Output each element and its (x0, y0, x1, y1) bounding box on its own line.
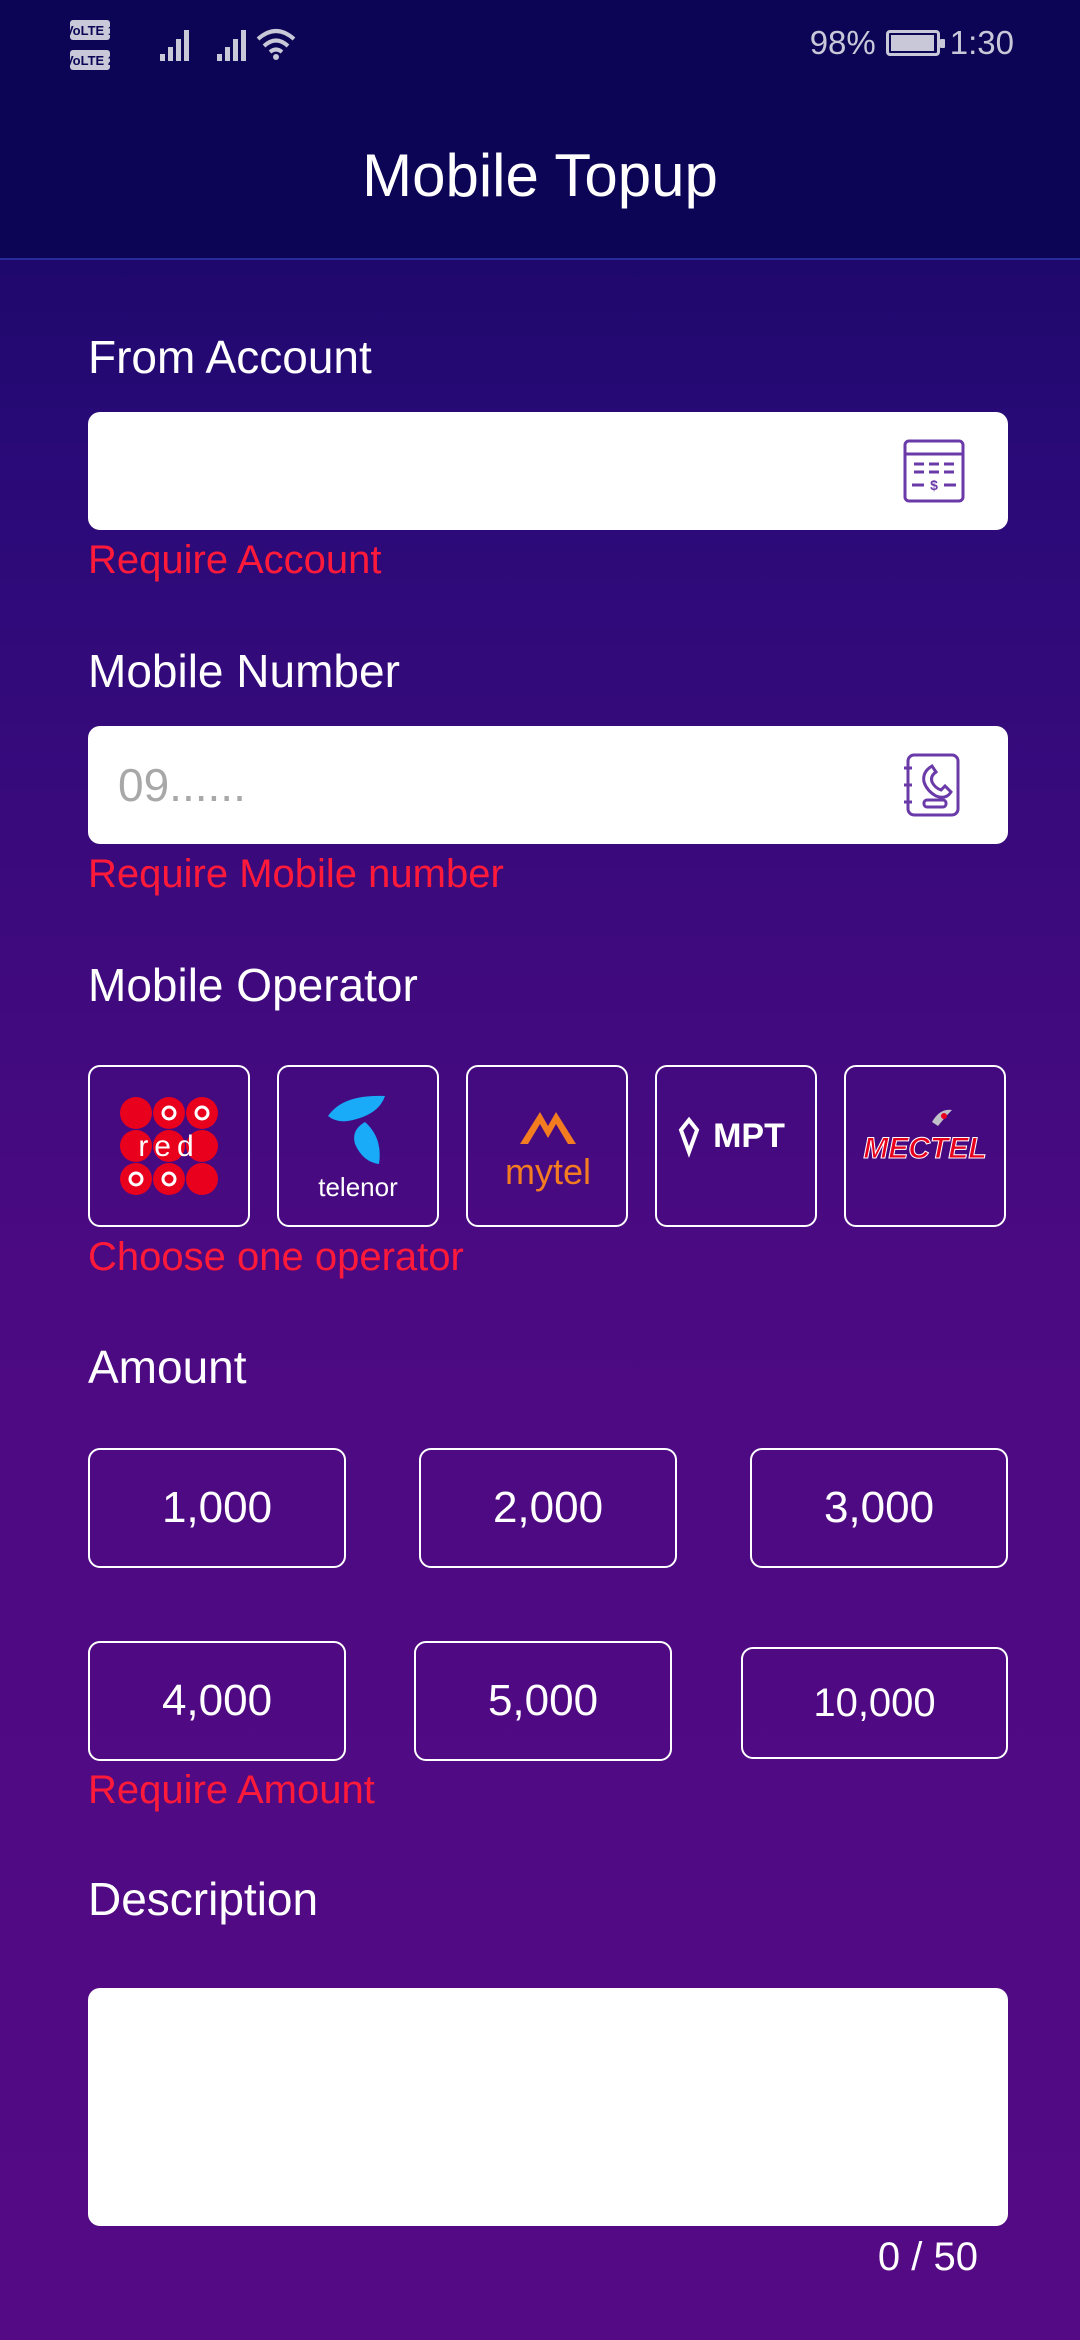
bank-statement-icon[interactable]: $ (902, 438, 966, 504)
amount-option-1000[interactable]: 1,000 (88, 1448, 346, 1568)
operator-error: Choose one operator (88, 1235, 464, 1279)
volte2-text: VoLTE 2 (70, 53, 115, 68)
description-label: Description (88, 1873, 319, 1925)
mobile-number-error: Require Mobile number (88, 852, 504, 896)
amount-option-10000[interactable]: 10,000 (741, 1647, 1008, 1759)
ooredoo-logo-text: red (138, 1130, 199, 1163)
mobile-number-label: Mobile Number (88, 645, 400, 697)
signal-icon-2 (217, 30, 246, 61)
amount-option-2000[interactable]: 2,000 (419, 1448, 677, 1568)
from-account-field[interactable]: $ (88, 412, 1008, 530)
description-textarea[interactable] (88, 1988, 1008, 2226)
mobile-number-placeholder: 09...... (118, 759, 246, 811)
operator-ooredoo[interactable]: red (88, 1065, 250, 1227)
status-bar: VoLTE 1 VoLTE 2 98% 1:30 (0, 0, 1080, 95)
amount-error: Require Amount (88, 1768, 375, 1812)
from-account-error: Require Account (88, 538, 382, 582)
app-header: Mobile Topup (0, 95, 1080, 260)
telenor-logo-text: telenor (318, 1172, 398, 1202)
amount-label: Amount (88, 1341, 247, 1393)
operator-telenor[interactable]: telenor (277, 1065, 439, 1227)
mectel-logo-text: MECTEL (863, 1132, 986, 1165)
mectel-logo: MECTEL (863, 1109, 987, 1166)
amount-option-3000[interactable]: 3,000 (750, 1448, 1008, 1568)
telenor-logo: telenor (318, 1095, 398, 1202)
mobile-number-field[interactable]: 09...... (88, 726, 1008, 844)
page-title: Mobile Topup (362, 142, 718, 209)
description-char-counter: 0 / 50 (877, 2235, 978, 2279)
volte1-text: VoLTE 1 (70, 23, 115, 38)
signal-icon-1 (160, 30, 189, 61)
clock: 1:30 (949, 24, 1014, 61)
mytel-logo-text: mytel (505, 1151, 591, 1192)
mpt-logo-text: MPT (713, 1117, 785, 1155)
mpt-logo: MPT (678, 1116, 785, 1158)
operator-mytel[interactable]: mytel (466, 1065, 628, 1227)
mobile-operator-label: Mobile Operator (88, 959, 418, 1011)
ooredoo-logo: red (120, 1097, 218, 1195)
battery-icon (885, 30, 945, 56)
operator-mpt[interactable]: MPT (655, 1065, 817, 1227)
amount-option-4000[interactable]: 4,000 (88, 1641, 346, 1761)
operator-mectel[interactable]: MECTEL (844, 1065, 1006, 1227)
battery-fill (890, 35, 934, 51)
status-right: 98% 1:30 (810, 24, 1014, 62)
from-account-label: From Account (88, 331, 372, 383)
wifi-icon (256, 29, 296, 60)
battery-percent: 98% (809, 24, 876, 61)
mytel-logo: mytel (505, 1112, 591, 1192)
amount-option-5000[interactable]: 5,000 (414, 1641, 672, 1761)
phone-contact-book-icon[interactable] (902, 752, 966, 818)
volte-icon: VoLTE 1 VoLTE 2 (70, 20, 115, 70)
svg-text:$: $ (930, 477, 938, 493)
